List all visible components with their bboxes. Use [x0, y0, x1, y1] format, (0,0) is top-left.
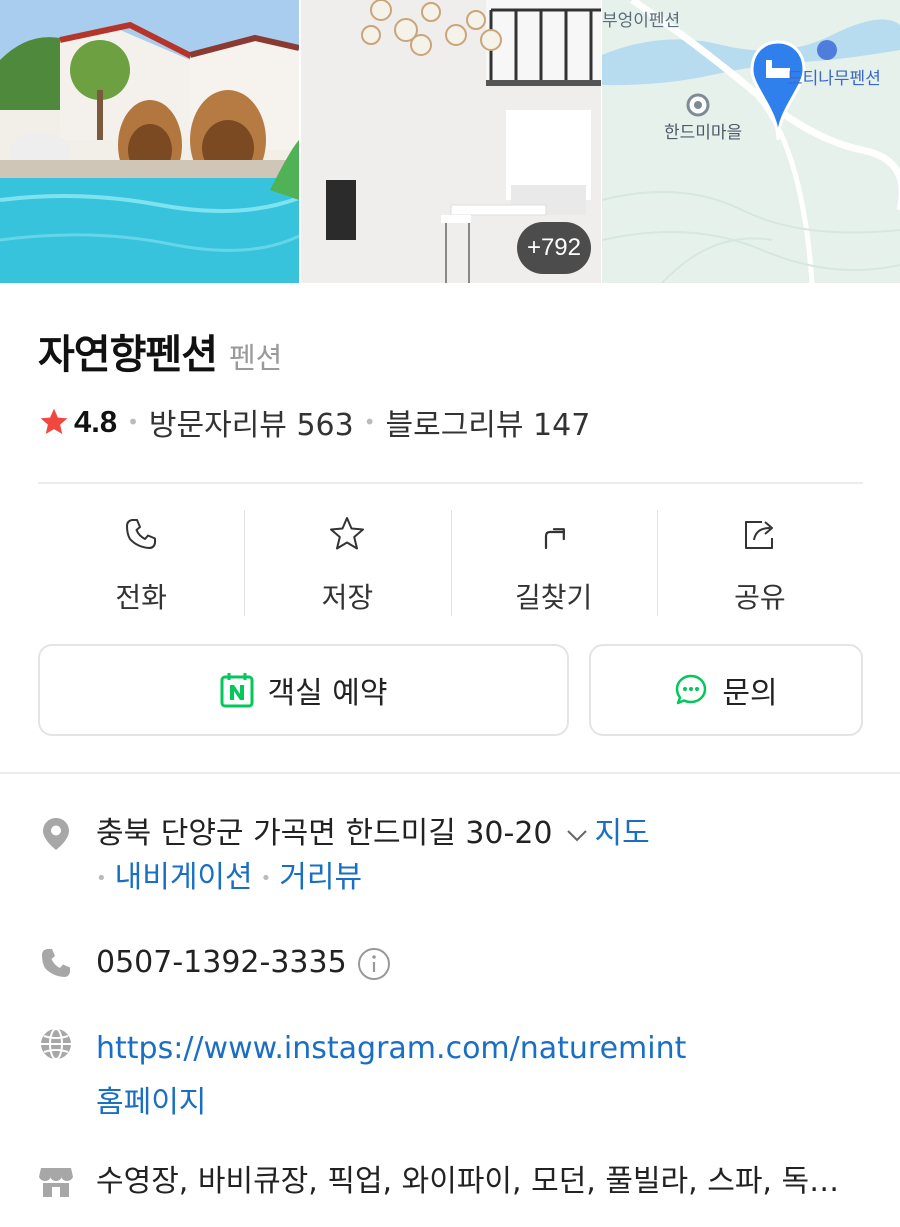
- rating-row: 4.8 • 방문자리뷰 563 • 블로그리뷰 147: [38, 400, 590, 444]
- place-category: 펜션: [229, 341, 283, 375]
- phone-block: 0507-1392-3335: [96, 941, 391, 985]
- address-text: 충북 단양군 가곡면 한드미길 30-20: [96, 816, 553, 851]
- photo-gallery: +792 부엉이펜션 드티나무펜션 한드미마을: [0, 0, 900, 283]
- booking-row: 객실 예약 문의: [38, 644, 863, 736]
- phone-number[interactable]: 0507-1392-3335: [96, 945, 347, 980]
- separator-dot: •: [363, 410, 376, 434]
- photo-room[interactable]: +792: [301, 0, 601, 283]
- map-label-1: 부엉이펜션: [602, 11, 681, 31]
- separator-dot: •: [127, 410, 139, 434]
- directions-label: 길찾기: [514, 581, 593, 614]
- website-row: https://www.instagram.com/naturemint 홈페이…: [38, 1022, 686, 1130]
- address-block: 충북 단양군 가곡면 한드미길 30-20 지도 • 내비게이션 • 거리뷰: [96, 812, 650, 901]
- share-icon: [744, 521, 773, 549]
- action-bar: 전화 저장 길찾기 공유: [38, 510, 863, 616]
- divider: [38, 482, 863, 484]
- place-title: 자연향펜션: [38, 332, 218, 378]
- phone-icon: [126, 519, 157, 549]
- naver-booking-icon: [220, 673, 254, 708]
- room-reservation-button[interactable]: 객실 예약: [38, 644, 569, 736]
- amenities-row: 수영장, 바비큐장, 픽업, 와이파이, 모던, 풀빌라, 스파, 독…: [38, 1160, 839, 1204]
- place-header: 자연향펜션 펜션: [38, 322, 282, 380]
- separator-dot: •: [260, 867, 272, 889]
- phone-filled-icon: [42, 949, 70, 977]
- star-outline-icon: [330, 517, 365, 550]
- website-url[interactable]: https://www.instagram.com/naturemint: [96, 1022, 686, 1076]
- inquiry-label: 문의: [722, 676, 778, 711]
- blog-reviews-link[interactable]: 블로그리뷰 147: [386, 400, 591, 444]
- chat-bubble-icon: [676, 674, 707, 705]
- homepage-link[interactable]: 홈페이지: [96, 1076, 686, 1130]
- save-button[interactable]: 저장: [244, 510, 450, 616]
- call-button[interactable]: 전화: [38, 510, 244, 616]
- map-label-2: 드티나무펜션: [787, 69, 881, 89]
- call-label: 전화: [115, 581, 167, 614]
- section-divider: [0, 772, 900, 774]
- star-icon: [40, 408, 68, 434]
- share-button[interactable]: 공유: [656, 510, 863, 616]
- share-label: 공유: [734, 581, 786, 614]
- map-image: [602, 0, 900, 283]
- pool-scene-image: [0, 0, 299, 283]
- phone-row: 0507-1392-3335: [38, 941, 391, 985]
- store-icon: [39, 1168, 73, 1197]
- separator-dot: •: [96, 867, 107, 889]
- website-block: https://www.instagram.com/naturemint 홈페이…: [96, 1022, 686, 1130]
- photo-pool[interactable]: [0, 0, 299, 283]
- map-label-3: 한드미마을: [664, 123, 743, 143]
- map-thumbnail[interactable]: 부엉이펜션 드티나무펜션 한드미마을: [602, 0, 900, 283]
- map-link[interactable]: 지도: [595, 816, 650, 851]
- location-pin-icon: [43, 818, 69, 850]
- chevron-down-icon[interactable]: [565, 823, 589, 847]
- street-view-link[interactable]: 거리뷰: [279, 860, 362, 895]
- directions-arrow-icon: [544, 528, 565, 550]
- address-row: 충북 단양군 가곡면 한드미길 30-20 지도 • 내비게이션 • 거리뷰: [38, 812, 650, 901]
- globe-icon: [41, 1028, 71, 1060]
- navigation-link[interactable]: 내비게이션: [115, 860, 253, 895]
- inquiry-button[interactable]: 문의: [589, 644, 863, 736]
- more-photos-badge[interactable]: +792: [516, 222, 591, 274]
- visitor-reviews-link[interactable]: 방문자리뷰 563: [149, 400, 354, 444]
- amenities-text: 수영장, 바비큐장, 픽업, 와이파이, 모던, 풀빌라, 스파, 독…: [96, 1164, 840, 1199]
- save-label: 저장: [321, 581, 374, 614]
- directions-button[interactable]: 길찾기: [450, 510, 657, 616]
- room-reservation-label: 객실 예약: [267, 676, 388, 711]
- rating-value: 4.8: [74, 404, 118, 439]
- info-circle-icon[interactable]: [357, 947, 391, 981]
